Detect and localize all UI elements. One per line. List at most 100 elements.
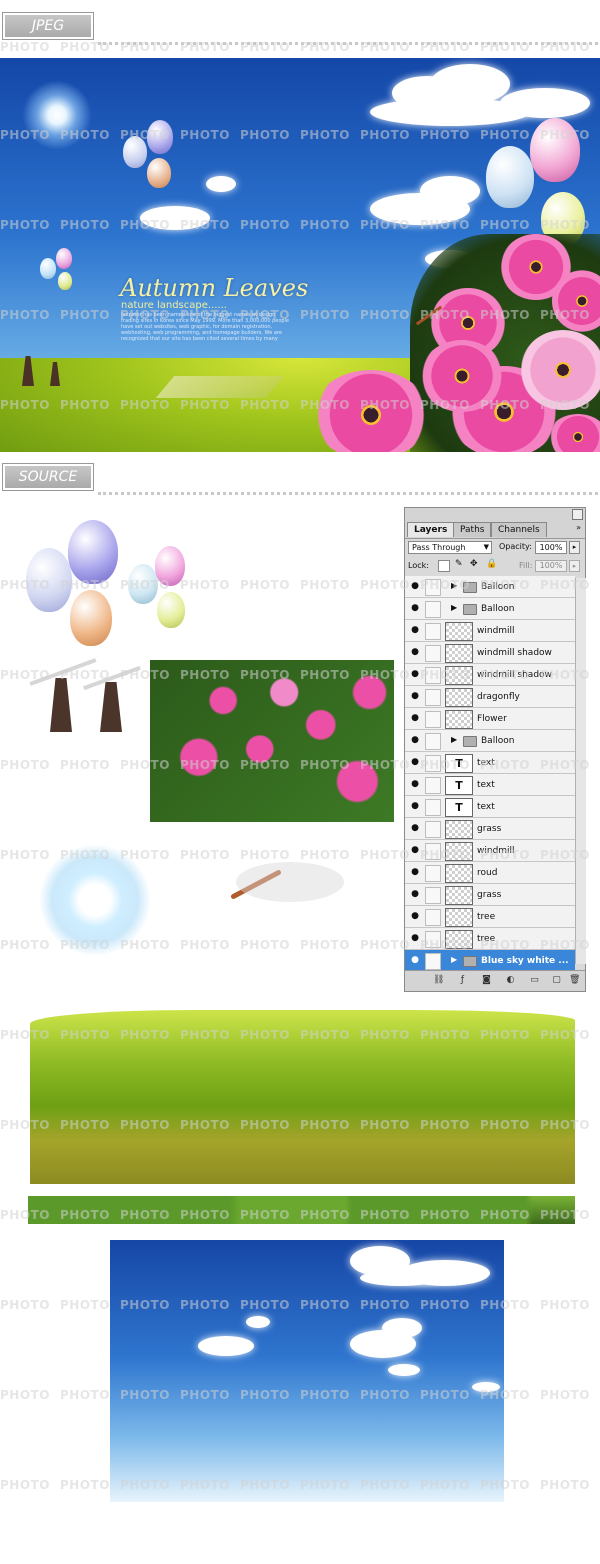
layer-thumbnail xyxy=(445,864,473,883)
opacity-slider-button[interactable]: ▸ xyxy=(569,541,580,554)
eye-icon[interactable]: ● xyxy=(409,933,421,943)
layer-row[interactable]: ● windmill xyxy=(405,620,575,642)
balloon xyxy=(123,136,147,168)
tab-paths[interactable]: Paths xyxy=(453,522,492,537)
eye-icon[interactable]: ● xyxy=(409,911,421,921)
link-slot[interactable] xyxy=(425,579,441,596)
layer-row[interactable]: ● ▶ Balloon xyxy=(405,576,575,598)
layer-row[interactable]: ● Ttext xyxy=(405,796,575,818)
layer-mask-icon[interactable]: ◙ xyxy=(481,975,492,986)
link-slot[interactable] xyxy=(425,799,441,816)
layer-row[interactable]: ● ▶ Balloon xyxy=(405,598,575,620)
panel-menu-icon[interactable]: » xyxy=(576,523,581,532)
layer-name: Balloon xyxy=(481,582,515,592)
layer-row[interactable]: ● Ttext xyxy=(405,774,575,796)
eye-icon[interactable]: ● xyxy=(409,735,421,745)
eye-icon[interactable]: ● xyxy=(409,625,421,635)
fill-input[interactable]: 100% xyxy=(535,560,567,572)
eye-icon[interactable]: ● xyxy=(409,823,421,833)
layer-row[interactable]: ● roud xyxy=(405,862,575,884)
hero-body: Jeepster has been named one of the bigge… xyxy=(121,312,290,342)
link-slot[interactable] xyxy=(425,601,441,618)
layer-row[interactable]: ● ▶ Balloon xyxy=(405,730,575,752)
layer-row[interactable]: ● tree xyxy=(405,906,575,928)
layer-row[interactable]: ● grass xyxy=(405,818,575,840)
cloud xyxy=(140,206,210,230)
link-slot[interactable] xyxy=(425,821,441,838)
blend-mode-select[interactable]: Pass Through ▼ xyxy=(408,541,492,554)
eye-icon[interactable]: ● xyxy=(409,757,421,767)
scrollbar[interactable] xyxy=(575,578,586,964)
layer-row[interactable]: ● Ttext xyxy=(405,752,575,774)
eye-icon[interactable]: ● xyxy=(409,691,421,701)
layer-row[interactable]: ● grass xyxy=(405,884,575,906)
eye-icon[interactable]: ● xyxy=(409,713,421,723)
link-slot[interactable] xyxy=(425,887,441,904)
link-slot[interactable] xyxy=(425,909,441,926)
eye-icon[interactable]: ● xyxy=(409,889,421,899)
layer-row[interactable]: ● windmill shadow xyxy=(405,642,575,664)
tab-channels[interactable]: Channels xyxy=(491,522,547,537)
lock-paint-icon[interactable]: ✎ xyxy=(455,559,463,569)
link-slot[interactable] xyxy=(425,953,441,970)
eye-icon[interactable]: ● xyxy=(409,779,421,789)
text-layer-icon: T xyxy=(445,754,473,773)
layer-row[interactable]: ● ▶ Blue sky white ... xyxy=(405,950,575,972)
lock-transparency-icon[interactable] xyxy=(438,560,450,572)
eye-icon[interactable]: ● xyxy=(409,603,421,613)
eye-icon[interactable]: ● xyxy=(409,955,421,965)
expand-arrow-icon[interactable]: ▶ xyxy=(451,581,457,590)
trash-icon[interactable]: 🗑 xyxy=(569,975,580,986)
tree-source xyxy=(28,1196,575,1224)
jpeg-label: JPEG xyxy=(2,12,94,40)
link-layers-icon[interactable]: ⛓ xyxy=(433,975,444,986)
link-slot[interactable] xyxy=(425,865,441,882)
layer-row[interactable]: ● tree xyxy=(405,928,575,950)
new-layer-icon[interactable]: ▢ xyxy=(551,975,562,986)
layer-row[interactable]: ● dragonfly xyxy=(405,686,575,708)
link-slot[interactable] xyxy=(425,689,441,706)
dragonfly-wings xyxy=(236,862,344,902)
new-group-icon[interactable]: ▭ xyxy=(529,975,540,986)
opacity-input[interactable]: 100% xyxy=(535,541,567,554)
eye-icon[interactable]: ● xyxy=(409,845,421,855)
expand-arrow-icon[interactable]: ▶ xyxy=(451,603,457,612)
fill-label: Fill: xyxy=(519,561,533,570)
watermark-text: PHOTO xyxy=(540,1388,590,1402)
layer-row[interactable]: ● windmill shadow xyxy=(405,664,575,686)
link-slot[interactable] xyxy=(425,733,441,750)
balloon xyxy=(128,564,158,604)
link-slot[interactable] xyxy=(425,777,441,794)
close-icon[interactable] xyxy=(572,509,583,520)
hero-title: Autumn Leaves xyxy=(120,274,309,302)
eye-icon[interactable]: ● xyxy=(409,669,421,679)
composite-preview: Autumn Leaves nature landscape...... Jee… xyxy=(0,58,600,452)
link-slot[interactable] xyxy=(425,843,441,860)
link-slot[interactable] xyxy=(425,623,441,640)
layer-row[interactable]: ● windmill xyxy=(405,840,575,862)
link-slot[interactable] xyxy=(425,755,441,772)
folder-icon xyxy=(463,956,477,967)
lock-all-icon[interactable]: 🔒 xyxy=(486,559,497,569)
balloon xyxy=(147,120,173,154)
expand-arrow-icon[interactable]: ▶ xyxy=(451,955,457,964)
opacity-label: Opacity: xyxy=(499,542,532,551)
eye-icon[interactable]: ● xyxy=(409,801,421,811)
lock-move-icon[interactable]: ✥ xyxy=(470,559,478,569)
layer-list: ● ▶ Balloon ● ▶ Balloon ● windmill ● windmill sha… xyxy=(405,576,575,974)
link-slot[interactable] xyxy=(425,711,441,728)
adjustment-layer-icon[interactable]: ◐ xyxy=(505,975,516,986)
layer-row[interactable]: ● Flower xyxy=(405,708,575,730)
eye-icon[interactable]: ● xyxy=(409,867,421,877)
link-slot[interactable] xyxy=(425,931,441,948)
fill-slider-button[interactable]: ▸ xyxy=(569,560,580,572)
watermark-text: PHOTO xyxy=(300,848,350,862)
expand-arrow-icon[interactable]: ▶ xyxy=(451,735,457,744)
layer-style-icon[interactable]: ƒ xyxy=(457,975,468,986)
cloud xyxy=(388,1364,420,1376)
eye-icon[interactable]: ● xyxy=(409,581,421,591)
tab-layers[interactable]: Layers xyxy=(407,522,455,537)
eye-icon[interactable]: ● xyxy=(409,647,421,657)
link-slot[interactable] xyxy=(425,645,441,662)
link-slot[interactable] xyxy=(425,667,441,684)
